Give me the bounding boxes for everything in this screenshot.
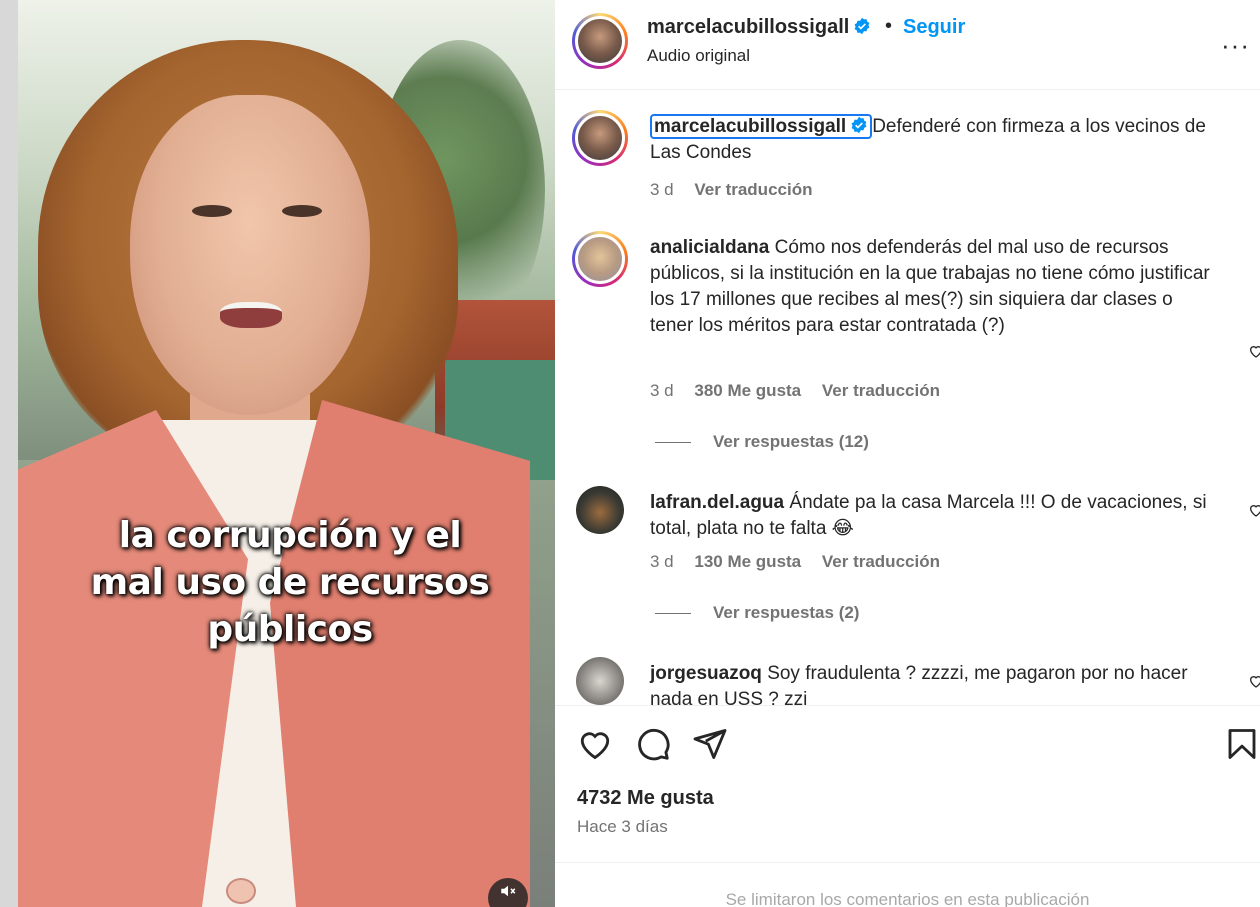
heart-icon[interactable] xyxy=(1248,673,1260,689)
view-replies-button[interactable]: Ver respuestas (2) xyxy=(655,603,859,623)
video-subtitle-line: mal uso de recursos xyxy=(90,562,490,603)
window-edge xyxy=(0,0,18,907)
comment-username[interactable]: analicialdana xyxy=(650,237,769,258)
heart-icon[interactable] xyxy=(1248,502,1260,518)
comment-time[interactable]: 3 d xyxy=(650,552,674,571)
comment-body: lafran.del.agua Ándate pa la casa Marcel… xyxy=(650,490,1210,542)
video-subject-jacket xyxy=(270,400,530,907)
commenter-avatar[interactable] xyxy=(576,486,624,534)
comment-likes[interactable]: 130 Me gusta xyxy=(694,552,801,571)
video-subject-mouth xyxy=(220,302,282,328)
follow-button[interactable]: Seguir xyxy=(903,16,965,39)
header-separator: • xyxy=(885,15,893,37)
like-heart-icon[interactable] xyxy=(577,726,613,762)
comment-meta: 3 d 130 Me gusta Ver traducción xyxy=(650,552,956,572)
view-replies-label[interactable]: Ver respuestas (12) xyxy=(713,432,869,451)
more-options-icon[interactable]: ··· xyxy=(1221,30,1250,61)
post-timestamp[interactable]: Hace 3 días xyxy=(577,817,668,837)
author-username[interactable]: marcelacubillossigall xyxy=(647,16,871,39)
replies-divider xyxy=(655,613,691,615)
post-actions: 4732 Me gusta Hace 3 días xyxy=(555,705,1260,862)
commenter-avatar[interactable] xyxy=(572,231,628,287)
video-subject-eye xyxy=(192,205,232,217)
video-player[interactable]: la corrupción y el mal uso de recursos p… xyxy=(0,0,555,907)
video-subtitle-line: la corrupción y el xyxy=(118,515,462,556)
video-subject-eye xyxy=(282,205,322,217)
post-panel: marcelacubillossigall • Seguir Audio ori… xyxy=(555,0,1260,907)
comment-time[interactable]: 3 d xyxy=(650,381,674,400)
caption-translate-link[interactable]: Ver traducción xyxy=(694,180,812,199)
comment-likes[interactable]: 380 Me gusta xyxy=(694,381,801,400)
comments-limited-notice: Se limitaron los comentarios en esta pub… xyxy=(555,862,1260,907)
likes-count[interactable]: 4732 Me gusta xyxy=(577,787,714,810)
caption-username[interactable]: marcelacubillossigall xyxy=(650,114,873,139)
author-username-text[interactable]: marcelacubillossigall xyxy=(647,16,849,38)
author-avatar[interactable] xyxy=(572,110,628,166)
caption-time[interactable]: 3 d xyxy=(650,180,674,199)
comment-username[interactable]: jorgesuazoq xyxy=(650,663,762,684)
verified-badge-icon xyxy=(851,116,867,134)
comment-meta: 3 d 380 Me gusta Ver traducción xyxy=(650,381,956,401)
verified-badge-icon xyxy=(854,17,870,35)
comment-body: jorgesuazoq Soy fraudulenta ? zzzzi, me … xyxy=(650,661,1210,705)
author-avatar[interactable] xyxy=(572,13,628,69)
heart-icon[interactable] xyxy=(1248,343,1260,359)
post-header: marcelacubillossigall • Seguir Audio ori… xyxy=(555,0,1260,90)
video-subtitle-line: públicos xyxy=(207,609,373,650)
muted-speaker-icon xyxy=(501,885,516,897)
caption-username-text[interactable]: marcelacubillossigall xyxy=(654,116,846,137)
comments-list[interactable]: marcelacubillossigall Defenderé con firme… xyxy=(555,91,1260,705)
view-replies-button[interactable]: Ver respuestas (12) xyxy=(655,432,869,452)
bookmark-save-icon[interactable] xyxy=(1224,726,1260,762)
share-send-icon[interactable] xyxy=(692,726,728,762)
comment-username[interactable]: lafran.del.agua xyxy=(650,492,784,513)
video-subtitle: la corrupción y el mal uso de recursos p… xyxy=(60,512,520,653)
comment-bubble-icon[interactable] xyxy=(635,726,671,762)
comment-translate-link[interactable]: Ver traducción xyxy=(822,552,940,571)
view-replies-label[interactable]: Ver respuestas (2) xyxy=(713,603,859,622)
video-subject-jacket-button xyxy=(226,878,256,904)
audio-label[interactable]: Audio original xyxy=(647,46,750,66)
caption-meta: 3 d Ver traducción xyxy=(650,180,828,200)
comment-translate-link[interactable]: Ver traducción xyxy=(822,381,940,400)
replies-divider xyxy=(655,442,691,444)
commenter-avatar[interactable] xyxy=(576,657,624,705)
video-subject-face xyxy=(130,95,370,415)
comment-body: analicialdana Cómo nos defenderás del ma… xyxy=(650,235,1210,339)
caption-body: marcelacubillossigall Defenderé con firme… xyxy=(650,114,1210,166)
